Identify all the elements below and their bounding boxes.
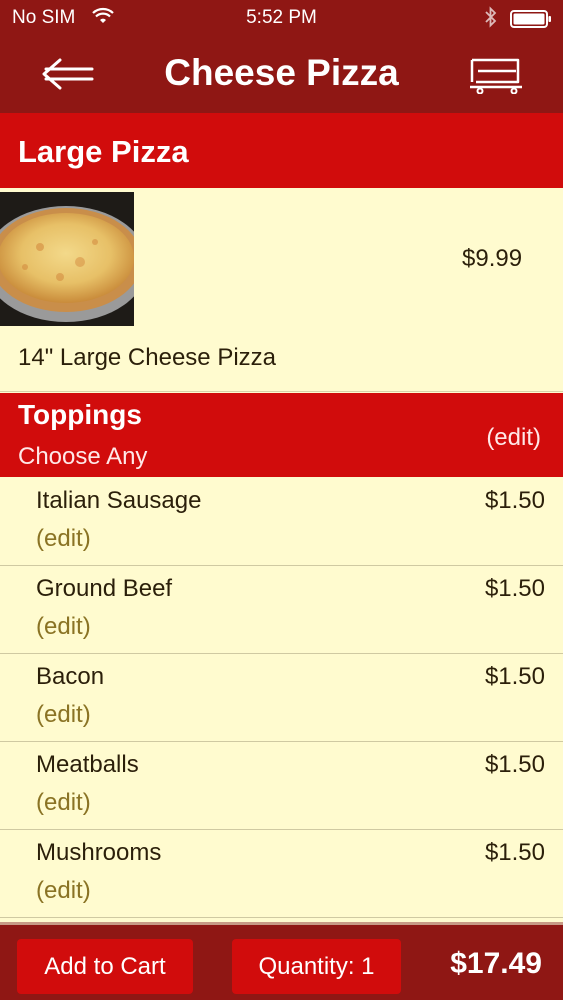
topping-row[interactable]: Italian Sausage (edit) $1.50 [0, 478, 563, 566]
pizza-image [0, 192, 134, 326]
topping-row[interactable]: Bacon (edit) $1.50 [0, 654, 563, 742]
topping-price: $1.50 [484, 839, 545, 866]
status-bar: No SIM 5:52 PM [0, 0, 563, 36]
topping-edit-link[interactable]: (edit) [36, 789, 91, 817]
top-bar: No SIM 5:52 PM Cheese Pizza [0, 0, 563, 113]
divider [0, 391, 563, 392]
bottom-bar: Add to Cart Quantity: 1 $17.49 [0, 922, 563, 1000]
topping-price: $1.50 [484, 663, 545, 690]
status-time: 5:52 PM [246, 7, 317, 28]
topping-name: Bacon [36, 663, 105, 690]
topping-price: $1.50 [484, 487, 545, 514]
size-label: Large Pizza [18, 134, 189, 169]
bluetooth-icon [484, 6, 498, 34]
toppings-subtitle: Choose Any [18, 443, 148, 470]
topping-edit-link[interactable]: (edit) [36, 525, 91, 553]
topping-edit-link[interactable]: (edit) [36, 701, 91, 729]
topping-row[interactable]: Meatballs (edit) $1.50 [0, 742, 563, 830]
topping-name: Italian Sausage [36, 487, 202, 514]
product-price: $9.99 [462, 245, 523, 272]
toppings-edit-link[interactable]: (edit) [486, 424, 541, 452]
order-total: $17.49 [450, 947, 542, 980]
toppings-title: Toppings [18, 399, 142, 430]
topping-row[interactable]: Mushrooms (edit) $1.50 [0, 830, 563, 918]
topping-edit-link[interactable]: (edit) [36, 877, 91, 905]
quantity-button[interactable]: Quantity: 1 [232, 939, 401, 994]
product-description: 14" Large Cheese Pizza [18, 344, 277, 371]
topping-price: $1.50 [484, 575, 545, 602]
toppings-header: Toppings Choose Any (edit) [0, 393, 563, 477]
topping-edit-link[interactable]: (edit) [36, 613, 91, 641]
add-to-cart-button[interactable]: Add to Cart [17, 939, 193, 994]
size-header: Large Pizza [0, 113, 563, 188]
topping-name: Meatballs [36, 751, 139, 778]
topping-row[interactable]: Ground Beef (edit) $1.50 [0, 566, 563, 654]
topping-name: Ground Beef [36, 575, 173, 602]
topping-price: $1.50 [484, 751, 545, 778]
battery-icon [510, 10, 552, 34]
topping-name: Mushrooms [36, 839, 162, 866]
cart-icon[interactable] [468, 54, 524, 95]
